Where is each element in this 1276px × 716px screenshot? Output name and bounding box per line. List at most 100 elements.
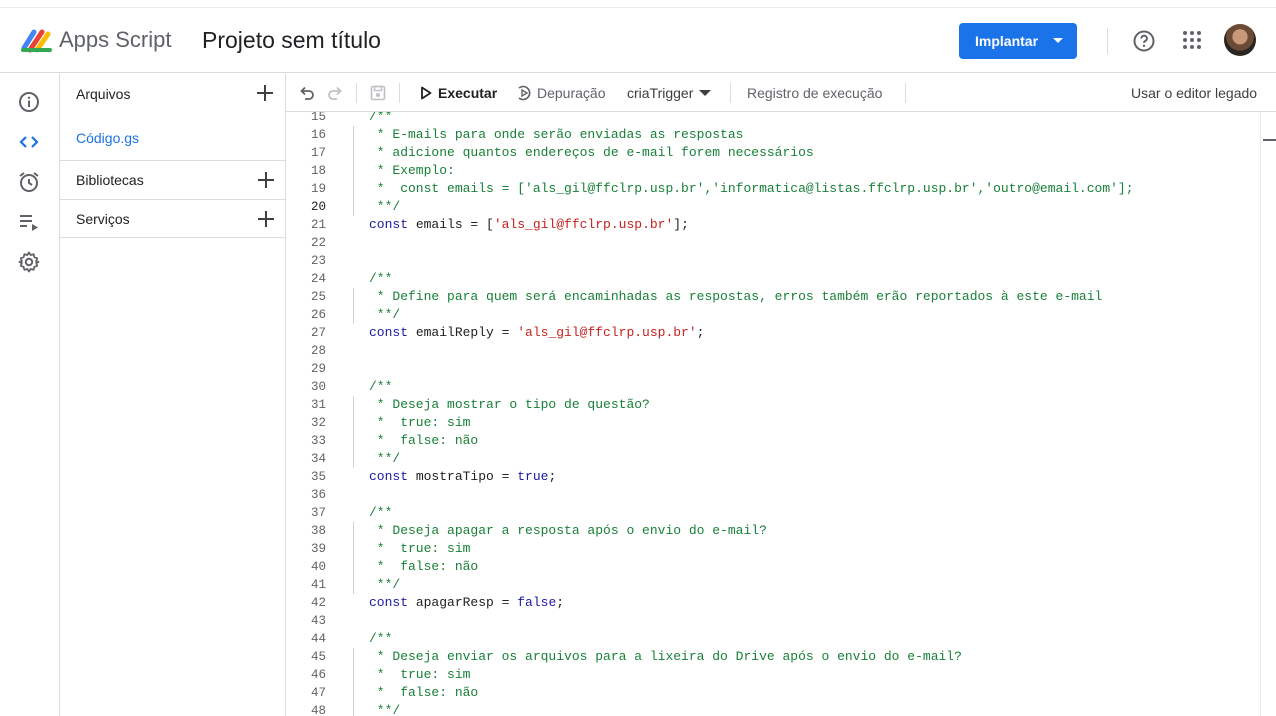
code-line: 30 /**	[286, 378, 1260, 396]
files-header: Arquivos	[60, 74, 285, 113]
files-title: Arquivos	[76, 85, 131, 102]
code-text: **/	[369, 199, 401, 214]
indent-guide	[353, 666, 354, 684]
line-number: 24	[310, 272, 326, 286]
redo-button[interactable]	[326, 74, 344, 112]
execution-log-button[interactable]: Registro de execução	[747, 74, 882, 112]
line-number: 31	[310, 398, 326, 412]
code-line: 38 * Deseja apagar a resposta após o env…	[286, 522, 1260, 540]
executions-icon[interactable]	[17, 210, 41, 234]
line-number: 32	[310, 416, 326, 430]
line-number: 18	[310, 164, 326, 178]
code-text: **/	[369, 307, 401, 322]
info-icon[interactable]	[17, 90, 41, 114]
code-text: /**	[369, 112, 393, 124]
deploy-button[interactable]: Implantar	[959, 23, 1077, 59]
code-text: * const emails = ['als_gil@ffclrp.usp.br…	[369, 181, 1134, 196]
undo-button[interactable]	[298, 74, 316, 112]
indent-guide	[353, 396, 354, 414]
line-number: 30	[310, 380, 326, 394]
save-button[interactable]	[369, 74, 387, 112]
line-number: 40	[310, 560, 326, 574]
editor-scrollbar[interactable]	[1260, 112, 1276, 716]
code-line: 34 **/	[286, 450, 1260, 468]
project-title[interactable]: Projeto sem título	[202, 27, 381, 54]
add-service-icon[interactable]	[256, 209, 276, 229]
indent-guide	[353, 126, 354, 144]
code-text: const emails = ['als_gil@ffclrp.usp.br']…	[369, 217, 689, 232]
code-line: 18 * Exemplo:	[286, 162, 1260, 180]
code-line: 39 * true: sim	[286, 540, 1260, 558]
indent-guide	[353, 414, 354, 432]
add-file-icon[interactable]	[255, 83, 275, 103]
indent-guide	[353, 180, 354, 198]
help-icon[interactable]	[1132, 29, 1156, 53]
function-selector[interactable]: criaTrigger	[627, 74, 712, 112]
code-editor[interactable]: 15 /** 16 * E-mails para onde serão enviad…	[286, 112, 1260, 716]
line-number: 38	[310, 524, 326, 538]
play-icon	[421, 86, 432, 100]
line-number: 25	[310, 290, 326, 304]
code-line: 36	[286, 486, 1260, 504]
code-line: 19 * const emails = ['als_gil@ffclrp.usp…	[286, 180, 1260, 198]
code-line: 45 * Deseja enviar os arquivos para a li…	[286, 648, 1260, 666]
add-library-icon[interactable]	[256, 170, 276, 190]
scrollbar-marker	[1263, 139, 1276, 141]
avatar[interactable]	[1224, 24, 1256, 56]
gear-icon[interactable]	[17, 250, 41, 274]
code-text: **/	[369, 451, 401, 466]
line-number: 35	[310, 470, 326, 484]
line-number: 39	[310, 542, 326, 556]
code-line: 22	[286, 234, 1260, 252]
code-line: 41 **/	[286, 576, 1260, 594]
services-section[interactable]: Serviços	[60, 199, 286, 238]
code-line: 43	[286, 612, 1260, 630]
code-line: 48 **/	[286, 702, 1260, 716]
indent-guide	[353, 450, 354, 468]
indent-guide	[353, 648, 354, 666]
indent-guide	[353, 702, 354, 716]
run-button[interactable]: Executar	[420, 74, 497, 112]
code-text: * true: sim	[369, 415, 471, 430]
line-number: 16	[310, 128, 326, 142]
line-number: 44	[310, 632, 326, 646]
code-icon[interactable]	[17, 130, 41, 154]
line-number: 47	[310, 686, 326, 700]
function-selector-value: criaTrigger	[627, 85, 694, 101]
google-apps-icon[interactable]	[1181, 29, 1203, 51]
indent-guide	[353, 576, 354, 594]
code-text: * adicione quantos endereços de e-mail f…	[369, 145, 814, 160]
libraries-section[interactable]: Bibliotecas	[60, 160, 286, 199]
code-line: 25 * Define para quem será encaminhadas …	[286, 288, 1260, 306]
line-number: 19	[310, 182, 326, 196]
file-item-codigo[interactable]: Código.gs	[76, 130, 139, 146]
clock-icon[interactable]	[17, 170, 41, 194]
apps-script-logo-icon	[21, 29, 52, 53]
line-number: 21	[310, 218, 326, 232]
code-line: 23	[286, 252, 1260, 270]
code-text: * true: sim	[369, 541, 471, 556]
chevron-down-icon	[1053, 38, 1063, 43]
indent-guide	[353, 522, 354, 540]
line-number: 46	[310, 668, 326, 682]
line-number: 28	[310, 344, 326, 358]
code-line: 33 * false: não	[286, 432, 1260, 450]
code-text: * false: não	[369, 433, 479, 448]
line-number: 36	[310, 488, 326, 502]
code-text: const emailReply = 'als_gil@ffclrp.usp.b…	[369, 325, 705, 340]
code-line: 42 const apagarResp = false;	[286, 594, 1260, 612]
legacy-editor-button[interactable]: Usar o editor legado	[1131, 74, 1257, 112]
code-line: 27 const emailReply = 'als_gil@ffclrp.usp…	[286, 324, 1260, 342]
line-number: 23	[310, 254, 326, 268]
debug-button[interactable]: Depuração	[516, 74, 606, 112]
code-line: 28	[286, 342, 1260, 360]
line-number: 29	[310, 362, 326, 376]
indent-guide	[353, 306, 354, 324]
line-number: 41	[310, 578, 326, 592]
code-line: 44 /**	[286, 630, 1260, 648]
line-number: 15	[310, 112, 326, 124]
code-line: 46 * true: sim	[286, 666, 1260, 684]
indent-guide	[353, 432, 354, 450]
debug-icon	[518, 85, 531, 101]
redo-icon	[328, 86, 342, 100]
